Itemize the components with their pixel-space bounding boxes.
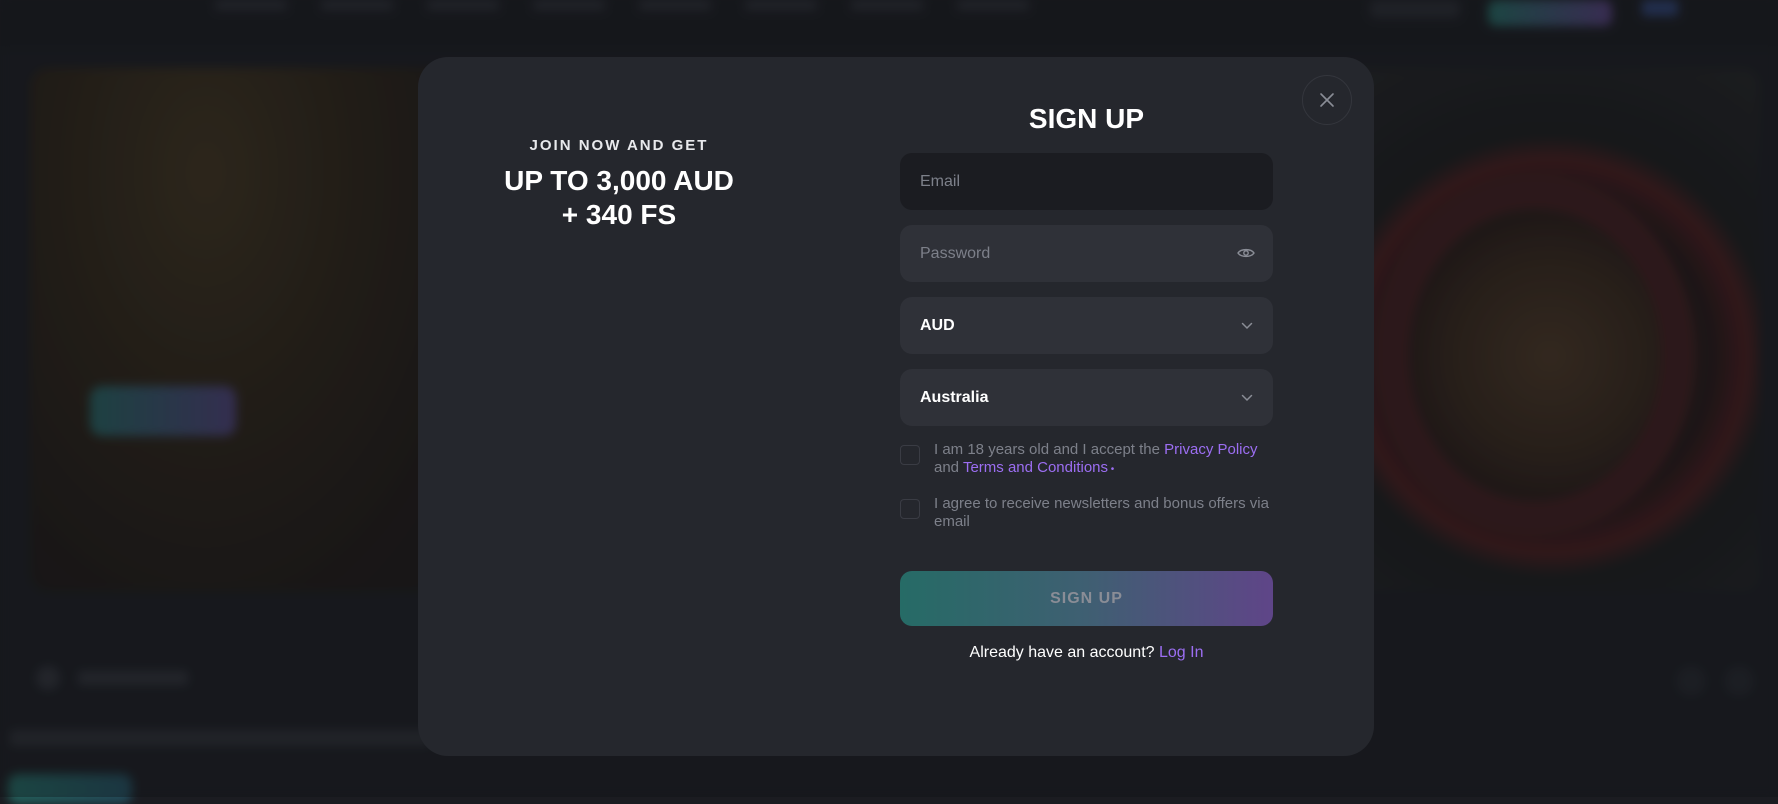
terms-text: I am 18 years old and I accept the Priva… <box>934 441 1273 479</box>
login-link[interactable]: Log In <box>1159 644 1203 661</box>
terms-checkbox[interactable] <box>900 445 920 465</box>
eye-icon[interactable] <box>1237 245 1255 261</box>
currency-value: AUD <box>920 317 1241 335</box>
password-field[interactable] <box>900 225 1273 282</box>
signup-form: SIGN UP AUD Australia <box>900 103 1273 662</box>
privacy-policy-link[interactable]: Privacy Policy <box>1164 441 1257 458</box>
newsletter-checkbox[interactable] <box>900 499 920 519</box>
country-value: Australia <box>920 389 1241 407</box>
terms-row: I am 18 years old and I accept the Priva… <box>900 441 1273 479</box>
terms-conditions-link[interactable]: Terms and Conditions <box>963 459 1108 476</box>
form-title: SIGN UP <box>900 103 1273 135</box>
login-prompt-text: Already have an account? <box>970 644 1159 661</box>
terms-prefix: I am 18 years old and I accept the <box>934 441 1164 458</box>
chevron-down-icon <box>1241 392 1253 404</box>
promo-headline-line1: UP TO 3,000 AUD <box>418 164 820 198</box>
login-prompt: Already have an account? Log In <box>900 644 1273 662</box>
email-input[interactable] <box>920 173 1253 191</box>
newsletter-text: I agree to receive newsletters and bonus… <box>934 495 1273 531</box>
promo-headline: UP TO 3,000 AUD + 340 FS <box>418 164 820 232</box>
country-select[interactable]: Australia <box>900 369 1273 426</box>
bonus-promo: JOIN NOW AND GET UP TO 3,000 AUD + 340 F… <box>418 137 820 232</box>
newsletter-row: I agree to receive newsletters and bonus… <box>900 495 1273 531</box>
close-button[interactable] <box>1302 75 1352 125</box>
chevron-down-icon <box>1241 320 1253 332</box>
promo-headline-line2: + 340 FS <box>418 198 820 232</box>
terms-middle: and <box>934 459 963 476</box>
signup-submit-button[interactable]: SIGN UP <box>900 571 1273 626</box>
close-icon <box>1319 92 1335 108</box>
required-mark: • <box>1108 464 1114 475</box>
signup-modal: JOIN NOW AND GET UP TO 3,000 AUD + 340 F… <box>418 57 1374 756</box>
email-field[interactable] <box>900 153 1273 210</box>
currency-select[interactable]: AUD <box>900 297 1273 354</box>
promo-kicker: JOIN NOW AND GET <box>418 137 820 154</box>
password-input[interactable] <box>920 245 1253 263</box>
